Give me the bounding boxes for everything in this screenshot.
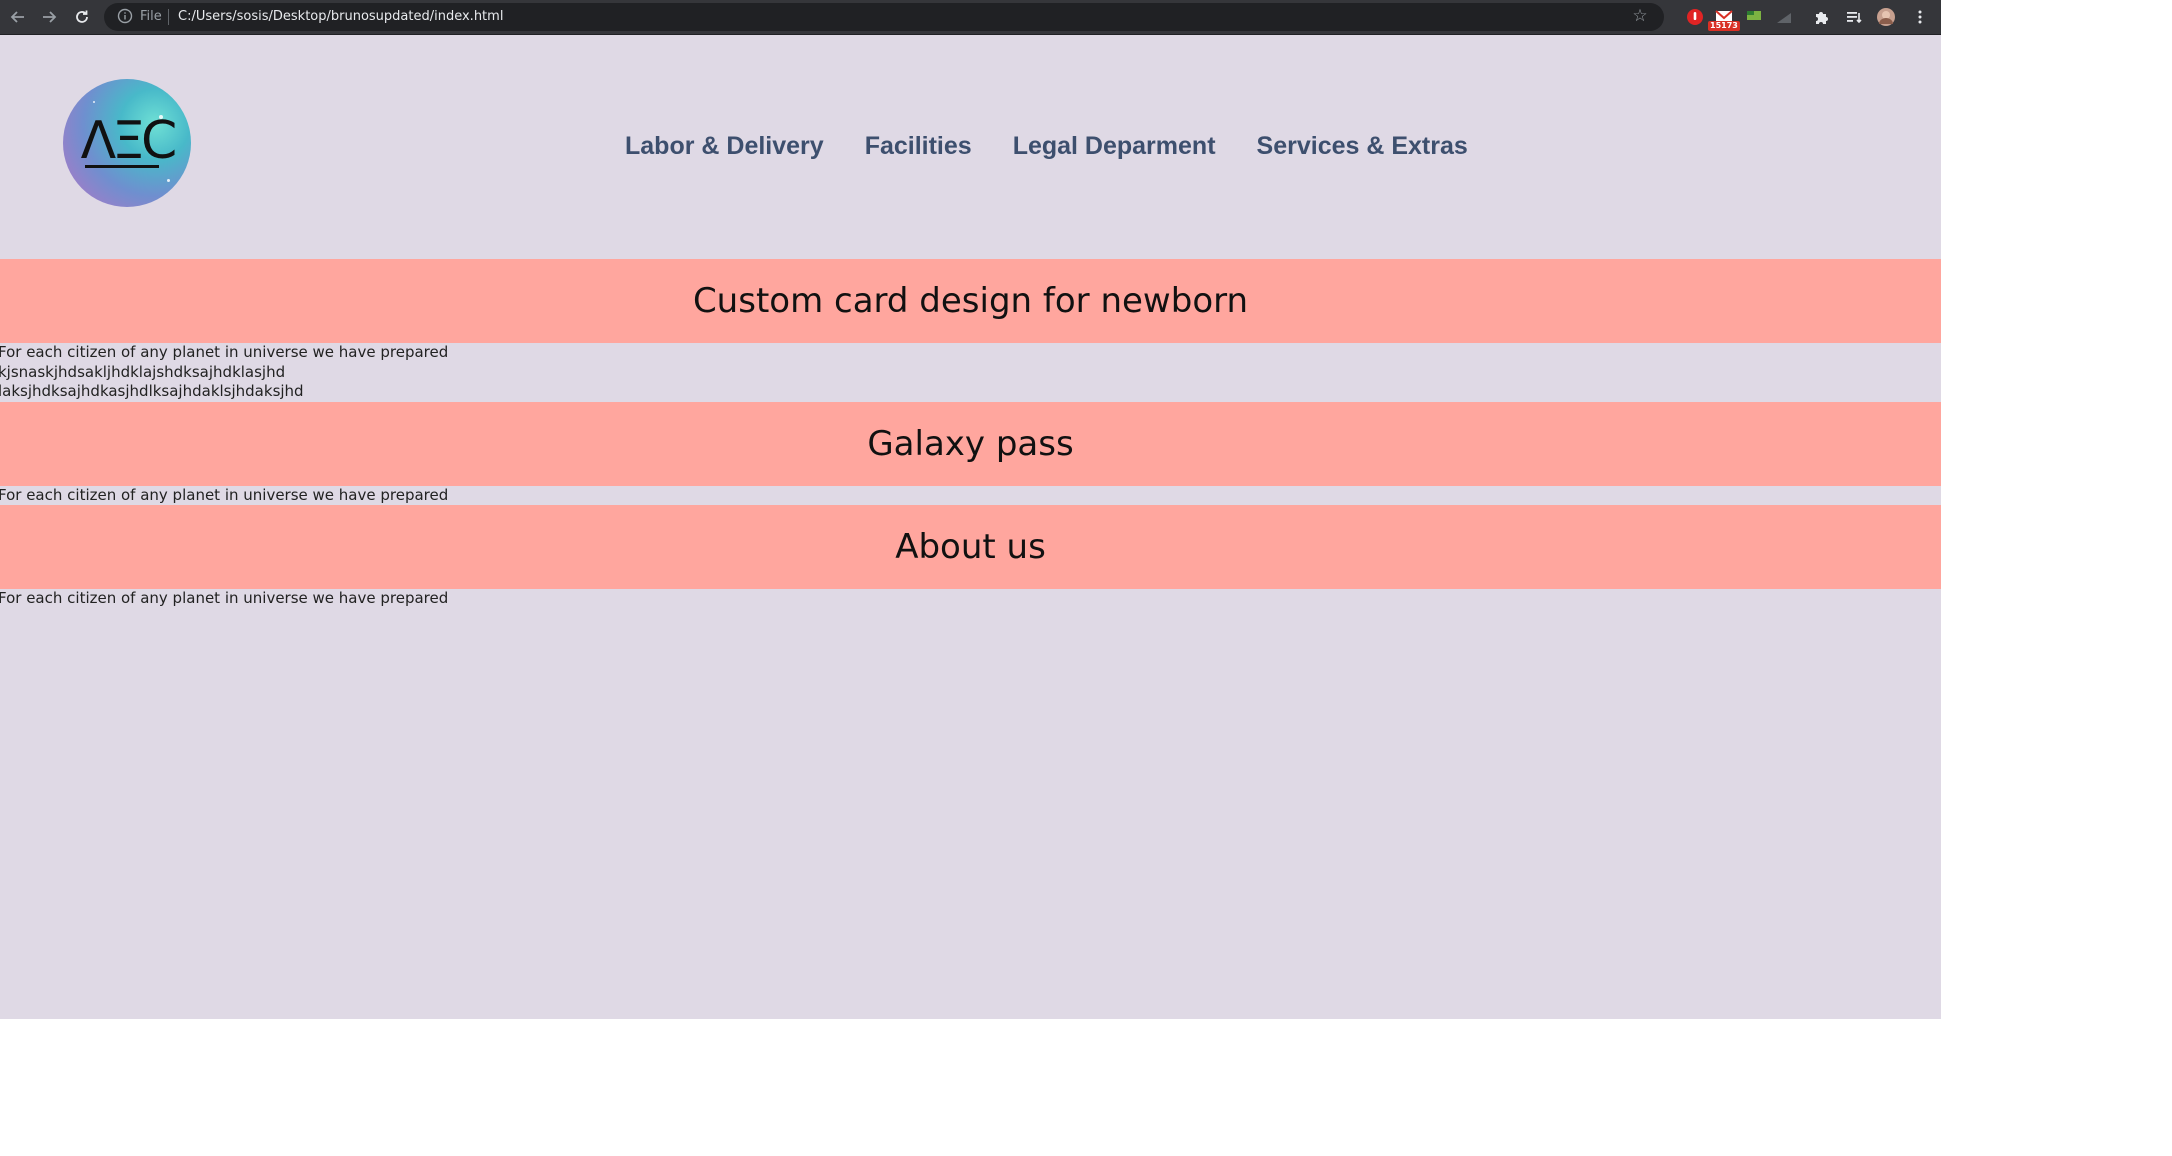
section-paragraph: laksjhdksajhdkasjhdlksajhdaklsjhdaksjhd	[0, 382, 304, 400]
back-arrow-icon[interactable]	[8, 7, 28, 27]
main-nav: Labor & Delivery Facilities Legal Deparm…	[625, 131, 1468, 161]
section-title: About us	[895, 527, 1046, 567]
section-paragraph: For each citizen of any planet in univer…	[0, 485, 449, 504]
nav-link-facilities[interactable]: Facilities	[865, 131, 972, 161]
bookmark-star-icon[interactable]: ☆	[1630, 6, 1650, 26]
logo-text: ΛΞC	[80, 111, 178, 171]
nav-link-services-extras[interactable]: Services & Extras	[1257, 131, 1468, 161]
section-title: Galaxy pass	[867, 423, 1074, 464]
reload-icon[interactable]	[72, 7, 92, 27]
url-scheme-label: File	[140, 9, 162, 24]
logo-sparkle	[167, 179, 170, 182]
web-page: ΛΞC Labor & Delivery Facilities Legal De…	[0, 35, 1941, 1019]
forward-arrow-icon[interactable]	[39, 7, 59, 27]
section-about-us: About us For each citizen of any planet …	[0, 505, 1941, 609]
section-heading-band: Galaxy pass	[0, 401, 1941, 486]
site-logo[interactable]: ΛΞC	[63, 79, 191, 207]
section-custom-card: Custom card design for newborn For each …	[0, 259, 1941, 402]
browser-toolbar: File C:/Users/sosis/Desktop/brunosupdate…	[0, 0, 1941, 35]
url-text[interactable]: C:/Users/sosis/Desktop/brunosupdated/ind…	[178, 8, 503, 25]
mail-count-badge: 15173	[1708, 21, 1740, 31]
section-galaxy-pass: Galaxy pass For each citizen of any plan…	[0, 401, 1941, 506]
site-header: ΛΞC Labor & Delivery Facilities Legal De…	[0, 35, 1941, 259]
logo-sparkle	[93, 101, 95, 103]
section-title: Custom card design for newborn	[692, 281, 1249, 321]
address-bar[interactable]: File C:/Users/sosis/Desktop/brunosupdate…	[104, 3, 1664, 31]
signal-extension-icon[interactable]	[1774, 7, 1794, 27]
site-info-icon[interactable]	[116, 7, 134, 25]
section-heading-band: Custom card design for newborn	[0, 259, 1941, 343]
logo-underline	[85, 165, 159, 168]
address-separator	[168, 9, 169, 25]
nav-link-legal-department[interactable]: Legal Deparment	[1013, 131, 1216, 161]
browser-window: File C:/Users/sosis/Desktop/brunosupdate…	[0, 0, 1941, 1019]
section-paragraph: kjsnaskjhdsakljhdklajshdksajhdklasjhd	[0, 362, 286, 381]
flag-extension-icon[interactable]	[1744, 7, 1764, 27]
adblock-extension-icon[interactable]	[1685, 7, 1705, 27]
browser-menu-kebab-icon[interactable]	[1910, 7, 1930, 27]
section-paragraph: For each citizen of any planet in univer…	[0, 343, 449, 361]
nav-link-labor-delivery[interactable]: Labor & Delivery	[625, 131, 824, 161]
profile-avatar[interactable]	[1876, 7, 1896, 27]
section-heading-band: About us	[0, 505, 1941, 589]
reading-list-icon[interactable]	[1844, 7, 1864, 27]
extensions-puzzle-icon[interactable]	[1812, 7, 1832, 27]
section-paragraph: For each citizen of any planet in univer…	[0, 589, 449, 607]
